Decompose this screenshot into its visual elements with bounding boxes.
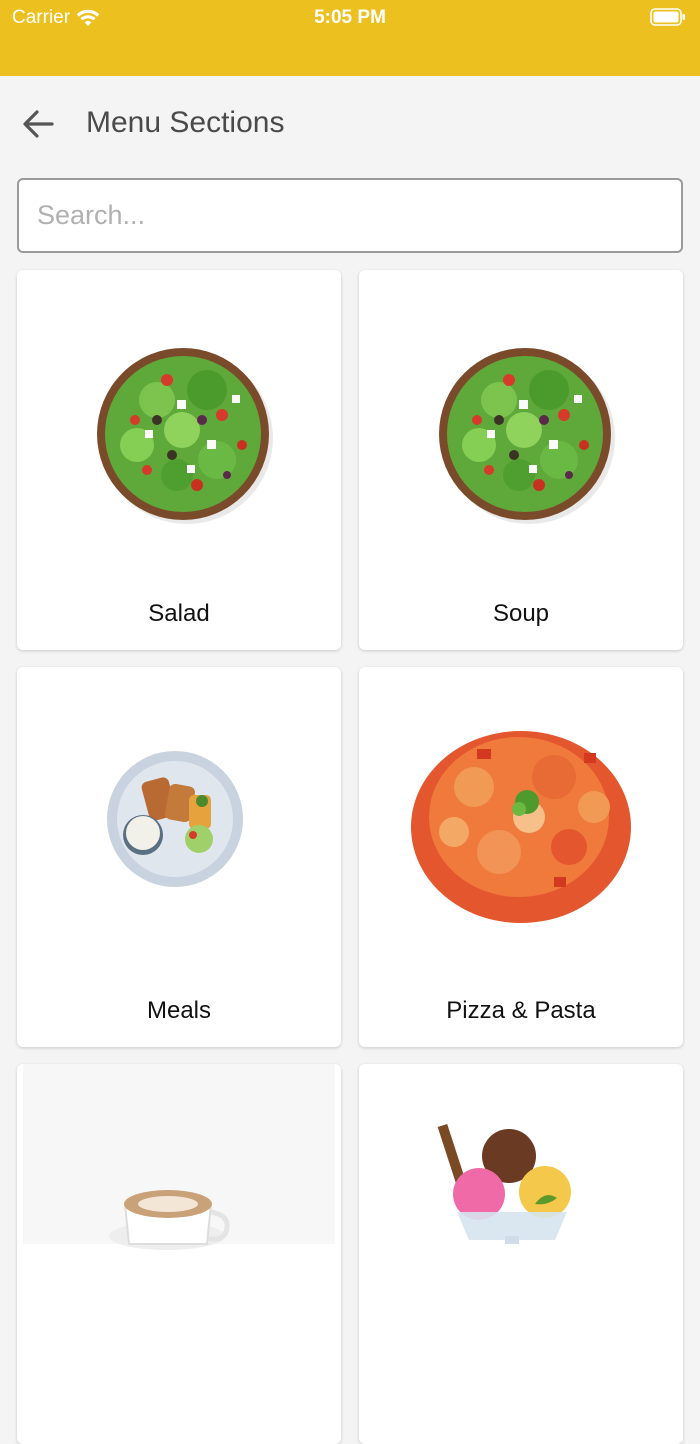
- salad-image: [439, 348, 615, 524]
- section-card-coffee[interactable]: [17, 1064, 341, 1444]
- salad-image: [97, 348, 273, 524]
- section-card-salad[interactable]: Salad: [17, 270, 341, 650]
- meal-plate-image: [107, 751, 243, 887]
- section-label: Soup: [492, 600, 550, 627]
- section-card-ice-cream[interactable]: [359, 1064, 683, 1444]
- arrow-left-icon: [23, 110, 54, 138]
- section-card-soup[interactable]: Soup: [359, 270, 683, 650]
- status-time: 5:05 PM: [314, 7, 386, 28]
- status-bar: Carrier 5:05 PM: [0, 0, 700, 76]
- page-title: Menu Sections: [86, 106, 285, 139]
- coffee-cup-image: [23, 1064, 335, 1250]
- section-card-meals[interactable]: Meals: [17, 667, 341, 1047]
- search-box[interactable]: [17, 178, 683, 253]
- ice-cream-image: [437, 1123, 571, 1244]
- back-button[interactable]: [16, 102, 60, 146]
- search-input[interactable]: [19, 180, 681, 251]
- section-label: Pizza & Pasta: [446, 997, 596, 1024]
- app-header: Menu Sections: [0, 76, 700, 168]
- section-label: Salad: [148, 600, 210, 627]
- battery-icon: [650, 8, 685, 26]
- pasta-image: [411, 731, 631, 923]
- section-label: Meals: [146, 997, 212, 1024]
- section-card-pizza-pasta[interactable]: Pizza & Pasta: [359, 667, 683, 1047]
